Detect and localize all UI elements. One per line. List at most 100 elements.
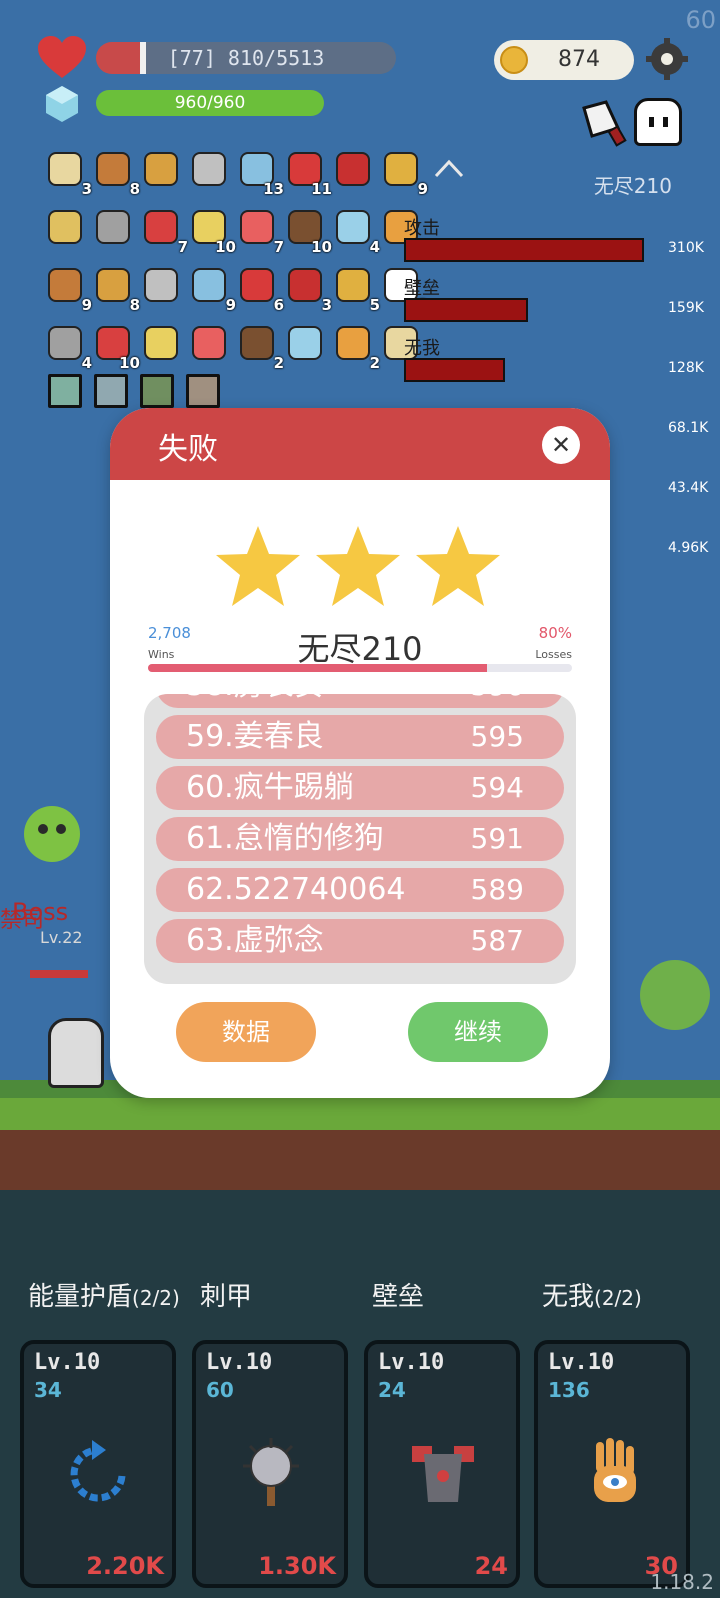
skill-name: 壁垒 [372, 1282, 425, 1312]
inventory-item[interactable]: 4 [334, 208, 380, 256]
boss-level: Lv.22 [40, 928, 83, 947]
damage-value: 68.1K [668, 420, 709, 436]
molecule-icon [240, 326, 274, 360]
inventory-item[interactable]: 3 [286, 266, 332, 314]
ranking-name: 62.522740064 [186, 872, 406, 907]
damage-bar [404, 298, 528, 322]
inventory-item[interactable] [334, 150, 374, 190]
cleaver-icon [582, 100, 627, 147]
inventory-item[interactable]: 7 [238, 208, 284, 256]
skill-title: 能量护盾(2/2) [28, 1276, 180, 1313]
relic-item[interactable] [46, 372, 86, 412]
inventory-item[interactable]: 9 [46, 266, 92, 314]
relic-item[interactable] [138, 372, 178, 412]
inventory-item[interactable] [142, 150, 182, 190]
ranking-name: 58.房长安 [186, 694, 324, 708]
horned-skull-icon [96, 210, 130, 244]
damage-value: 310K [668, 240, 704, 256]
gear-icon[interactable] [646, 38, 688, 80]
skill-card[interactable]: Lv.10 34 2.20K [20, 1340, 176, 1588]
playing-card-icon [192, 268, 226, 302]
inventory-item[interactable]: 3 [46, 150, 92, 198]
star-icon [416, 526, 500, 606]
inventory-item[interactable]: 10 [94, 324, 140, 372]
inventory-item[interactable] [190, 150, 230, 190]
damage-value: 159K [668, 300, 704, 316]
ranking-score: 594 [470, 771, 524, 804]
tree [640, 960, 710, 1030]
dialog-header: 失败 ✕ [110, 408, 610, 480]
ring-icon [48, 210, 82, 244]
inventory-item[interactable] [142, 324, 182, 364]
spiked-mace-icon [48, 268, 82, 302]
relic-4-icon [186, 374, 220, 408]
inventory-item[interactable] [190, 324, 230, 364]
item-count: 9 [417, 180, 428, 198]
inventory-item[interactable]: 9 [190, 266, 236, 314]
inventory-item[interactable]: 9 [382, 150, 428, 198]
inventory-item[interactable] [286, 324, 326, 364]
data-button[interactable]: 数据 [176, 1002, 316, 1062]
ghost-pet-icon [634, 98, 682, 146]
skill-card[interactable]: Lv.10 24 24 [364, 1340, 520, 1588]
inventory-item[interactable]: 8 [94, 266, 140, 314]
inventory-item[interactable]: 2 [238, 324, 284, 372]
item-count: 13 [263, 180, 284, 198]
skill-upgrade-cost: 1.30K [258, 1552, 336, 1580]
player-character [48, 1018, 104, 1088]
ranking-name: 63.虚弥念 [186, 923, 324, 958]
inventory-item[interactable]: 13 [238, 150, 284, 198]
skill-name: 能量护盾 [28, 1282, 133, 1312]
ranking-row: 59.姜春良 595 [156, 715, 564, 759]
inventory-item[interactable] [94, 208, 134, 248]
damage-value: 128K [668, 360, 704, 376]
inventory-item[interactable]: 10 [190, 208, 236, 256]
skill-level: Lv.10 [378, 1350, 445, 1375]
win-loss-progress [148, 664, 572, 672]
heart-icon [38, 36, 86, 78]
ranking-score: 595 [470, 720, 524, 753]
inventory-item[interactable] [142, 266, 182, 306]
inventory-item[interactable]: 11 [286, 150, 332, 198]
skill-card[interactable]: Lv.10 136 30 [534, 1340, 690, 1588]
mp-text: 960/960 [174, 93, 246, 113]
skill-card[interactable]: Lv.10 60 1.30K [192, 1340, 348, 1588]
skill-level: Lv.10 [206, 1350, 273, 1375]
inventory-item[interactable]: 4 [46, 324, 92, 372]
item-count: 2 [369, 354, 380, 372]
damage-source-label: 壁垒 [404, 278, 440, 299]
relic-item[interactable] [184, 372, 224, 412]
close-button[interactable]: ✕ [542, 426, 580, 464]
inventory-item[interactable]: 2 [334, 324, 380, 372]
ranking-score: 589 [470, 873, 524, 906]
inventory-item[interactable]: 10 [286, 208, 332, 256]
current-stage-label: 无尽210 [593, 174, 672, 198]
boss-hp-bar [30, 970, 88, 978]
enemy-name-fragment: 禁司 [0, 908, 45, 933]
skill-value: 136 [548, 1378, 590, 1402]
inventory-item[interactable]: 8 [94, 150, 140, 198]
inventory-item[interactable] [46, 208, 86, 248]
inventory-item[interactable]: 7 [142, 208, 188, 256]
spiked-ball-icon [243, 1438, 299, 1506]
skill-upgrade-cost: 2.20K [86, 1552, 164, 1580]
relic-item[interactable] [92, 372, 132, 412]
cake-icon [144, 268, 178, 302]
ranking-list[interactable]: 58.房长安59659.姜春良59560.疯牛踢躺59461.怠惰的修狗5916… [144, 694, 576, 984]
inventory-item[interactable] [430, 150, 470, 190]
skill-value: 34 [34, 1378, 62, 1402]
inventory-item[interactable]: 5 [334, 266, 380, 314]
inventory-item[interactable]: 6 [238, 266, 284, 314]
continue-button[interactable]: 继续 [408, 1002, 548, 1062]
damage-bar [404, 358, 505, 382]
item-count: 9 [81, 296, 92, 314]
cheese-icon [144, 326, 178, 360]
watermelon-icon [240, 210, 274, 244]
ranking-row: 58.房长安 596 [156, 694, 564, 708]
close-icon: ✕ [550, 431, 572, 459]
ranking-name: 59.姜春良 [186, 719, 324, 754]
skill-name: 刺甲 [200, 1282, 253, 1312]
losses-label: Losses [535, 648, 572, 661]
fps-counter: 60 [685, 6, 716, 34]
item-count: 11 [311, 180, 332, 198]
